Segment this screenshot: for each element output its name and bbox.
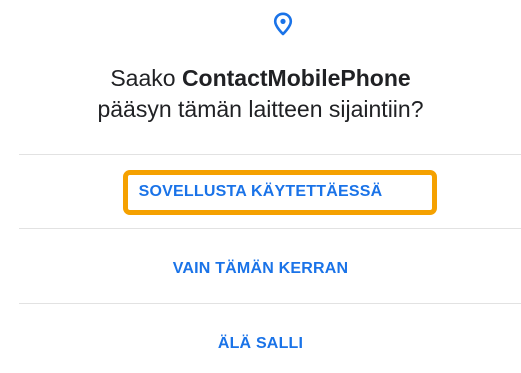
divider <box>19 154 521 155</box>
title-prefix: Saako <box>110 65 182 91</box>
permission-dialog: Saako ContactMobilePhone pääsyn tämän la… <box>0 0 521 373</box>
allow-only-this-time-label: VAIN TÄMÄN KERRAN <box>172 260 349 277</box>
allow-while-using-button[interactable]: SOVELLUSTA KÄYTETTÄESSÄ <box>0 183 521 201</box>
location-pin-icon <box>273 12 293 36</box>
divider <box>19 228 521 229</box>
dialog-title: Saako ContactMobilePhone pääsyn tämän la… <box>0 63 521 125</box>
allow-while-using-label: SOVELLUSTA KÄYTETTÄESSÄ <box>138 183 383 200</box>
deny-button[interactable]: ÄLÄ SALLI <box>0 335 521 353</box>
title-line-2: pääsyn tämän laitteen sijaintiin? <box>97 96 424 122</box>
app-name: ContactMobilePhone <box>181 65 411 91</box>
deny-label: ÄLÄ SALLI <box>217 335 304 352</box>
allow-only-this-time-button[interactable]: VAIN TÄMÄN KERRAN <box>0 260 521 278</box>
title-line-1: Saako ContactMobilePhone <box>0 63 521 94</box>
divider <box>19 303 521 304</box>
